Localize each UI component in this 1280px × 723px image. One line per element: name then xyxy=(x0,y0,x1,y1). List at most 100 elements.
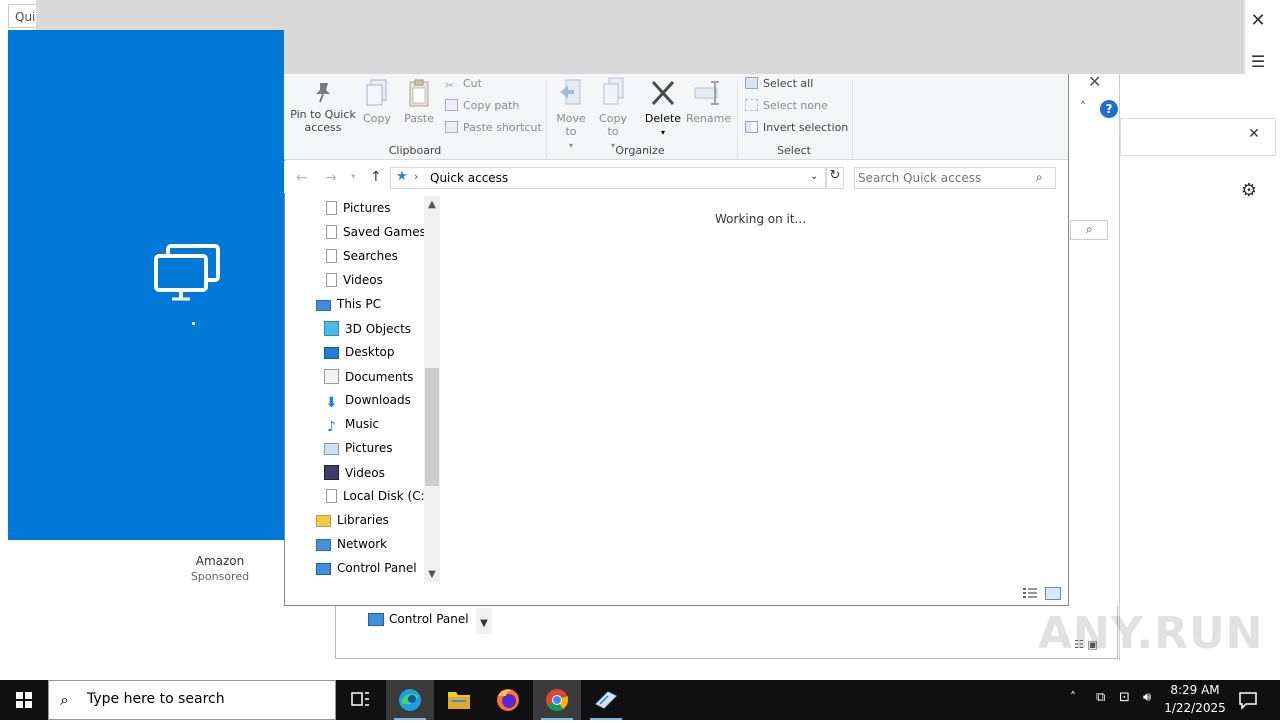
invert-selection-button[interactable]: Invert selection xyxy=(745,121,848,134)
help-icon[interactable]: ? xyxy=(1100,100,1118,118)
rename-button[interactable]: Rename xyxy=(686,78,732,125)
invert-selection-label: Invert selection xyxy=(763,121,849,134)
clock-time[interactable]: 8:29 AM xyxy=(1166,683,1224,697)
delete-x-icon xyxy=(651,80,675,106)
nav-item-label: Desktop xyxy=(345,345,395,359)
move-to-button[interactable]: Move to ▾ xyxy=(553,78,589,152)
search-icon[interactable]: ⌕ xyxy=(1036,170,1043,185)
address-path[interactable]: Quick access xyxy=(430,171,508,185)
background-close-icon[interactable]: ✕ xyxy=(1088,72,1101,91)
rename-icon xyxy=(694,81,719,105)
edge-icon xyxy=(399,689,421,711)
search-icon: ⌕ xyxy=(1086,222,1093,236)
refresh-icon[interactable]: ↻ xyxy=(826,167,844,189)
tray-chevron-up-icon[interactable]: ˄ xyxy=(1070,690,1076,704)
nav-item-libraries[interactable]: Libraries xyxy=(316,513,389,535)
delete-button[interactable]: Delete ▾ xyxy=(642,78,684,139)
select-none-label: Select none xyxy=(763,99,828,112)
firefox-icon xyxy=(497,689,519,711)
sponsored-label: Sponsored xyxy=(190,570,250,583)
control-panel-icon xyxy=(368,613,384,626)
details-view-icon[interactable] xyxy=(1022,587,1038,600)
up-arrow-icon[interactable]: ↑ xyxy=(370,169,382,185)
volume-icon[interactable]: 🔊︎ xyxy=(1143,690,1151,705)
copy-label: Copy xyxy=(363,112,391,125)
copy-to-label: Copy to xyxy=(599,112,627,138)
back-arrow-icon[interactable]: ← xyxy=(296,170,308,186)
pin-to-quick-access-button[interactable]: Pin to Quick access xyxy=(290,80,356,134)
recent-locations-icon[interactable]: ▾ xyxy=(351,172,356,182)
nav-item-3d-objects[interactable]: 3D Objects xyxy=(324,321,411,343)
nav-item-this-pc[interactable]: This PC xyxy=(316,297,381,319)
select-all-button[interactable]: Select all xyxy=(745,77,813,90)
nav-item-label: Videos xyxy=(343,273,383,287)
notification-center-icon[interactable] xyxy=(1236,688,1260,712)
move-to-label: Move to xyxy=(556,112,586,138)
scroll-down-icon[interactable]: ▼ xyxy=(424,566,440,584)
nav-item-downloads[interactable]: ⬇ Downloads xyxy=(324,393,411,415)
content-pane xyxy=(441,194,1068,584)
background-tab[interactable]: Qui xyxy=(8,4,38,28)
large-icons-view-icon[interactable] xyxy=(1045,587,1061,600)
taskbar-file-explorer[interactable] xyxy=(435,680,483,720)
taskbar-edge[interactable] xyxy=(386,680,434,720)
background-control-panel-label[interactable]: Control Panel xyxy=(389,612,469,626)
nav-item-pictures[interactable]: Pictures xyxy=(324,441,393,463)
nav-item-music[interactable]: ♪ Music xyxy=(324,417,379,439)
hamburger-menu-icon[interactable]: ☰ xyxy=(1246,52,1270,76)
copy-to-button[interactable]: Copy to ▾ xyxy=(595,76,631,152)
forward-arrow-icon[interactable]: → xyxy=(325,170,337,186)
breadcrumb-chevron-icon[interactable]: › xyxy=(414,170,418,183)
nav-item-control-panel[interactable]: Control Panel xyxy=(316,561,417,583)
nav-item-desktop[interactable]: Desktop xyxy=(324,345,395,367)
gear-icon[interactable]: ⚙ xyxy=(1238,180,1260,202)
scroll-up-icon[interactable]: ▲ xyxy=(424,196,440,214)
copy-button[interactable]: Copy xyxy=(360,78,394,125)
nav-item-documents[interactable]: Documents xyxy=(324,369,413,391)
cut-button[interactable]: ✂ Cut xyxy=(445,77,482,92)
select-group-label: Select xyxy=(777,144,811,157)
nav-item-pictures-qa[interactable]: Pictures xyxy=(326,201,391,223)
amazon-tile-label[interactable]: Amazon xyxy=(180,554,260,568)
background-dialog-edge xyxy=(1068,74,1120,660)
chevron-up-icon[interactable]: ˄ xyxy=(1080,100,1086,114)
paste-button[interactable]: Paste xyxy=(402,78,436,125)
nav-item-network[interactable]: Network xyxy=(316,537,387,559)
taskbar-app-ticket[interactable] xyxy=(582,680,630,720)
paste-shortcut-button[interactable]: Paste shortcut xyxy=(445,121,542,134)
strip-close-icon[interactable]: ✕ xyxy=(1244,126,1264,146)
clock-date[interactable]: 1/22/2025 xyxy=(1162,701,1228,715)
scrollbar-thumb[interactable] xyxy=(425,368,439,486)
nav-item-label: Saved Games xyxy=(343,225,426,239)
pictures-icon xyxy=(324,443,339,455)
nav-item-videos-qa[interactable]: Videos xyxy=(326,273,383,295)
task-view-button[interactable] xyxy=(336,680,384,720)
tray-device-icon[interactable]: ⧉ xyxy=(1096,690,1105,705)
remote-desktop-icon xyxy=(154,244,220,301)
taskbar-search-placeholder[interactable]: Type here to search xyxy=(87,691,225,707)
loading-status: Working on it... xyxy=(715,212,807,226)
search-input[interactable] xyxy=(858,169,1028,187)
file-icon xyxy=(326,273,337,287)
network-tray-icon[interactable]: ⊡ xyxy=(1119,690,1130,705)
ticket-app-icon xyxy=(595,691,617,709)
nav-item-label: This PC xyxy=(337,297,381,311)
select-none-button[interactable]: Select none xyxy=(745,99,828,112)
scroll-down-icon[interactable]: ▼ xyxy=(476,608,492,634)
select-all-icon xyxy=(745,77,758,89)
rename-label: Rename xyxy=(686,112,732,125)
address-dropdown-icon[interactable]: ⌄ xyxy=(810,171,818,182)
nav-item-videos[interactable]: Videos xyxy=(324,465,385,487)
windows-start-icon[interactable] xyxy=(0,680,48,720)
nav-item-label: Pictures xyxy=(343,201,391,215)
file-icon xyxy=(326,249,337,263)
invert-selection-icon xyxy=(745,121,758,133)
nav-item-local-disk[interactable]: Local Disk (C:) xyxy=(326,489,429,511)
loading-dot xyxy=(192,322,195,325)
copy-path-button[interactable]: Copy path xyxy=(445,99,519,112)
close-icon[interactable]: ✕ xyxy=(1246,10,1270,34)
nav-item-saved-games[interactable]: Saved Games xyxy=(326,225,426,247)
taskbar-chrome[interactable] xyxy=(533,680,581,720)
nav-item-searches[interactable]: Searches xyxy=(326,249,398,271)
taskbar-firefox[interactable] xyxy=(484,680,532,720)
